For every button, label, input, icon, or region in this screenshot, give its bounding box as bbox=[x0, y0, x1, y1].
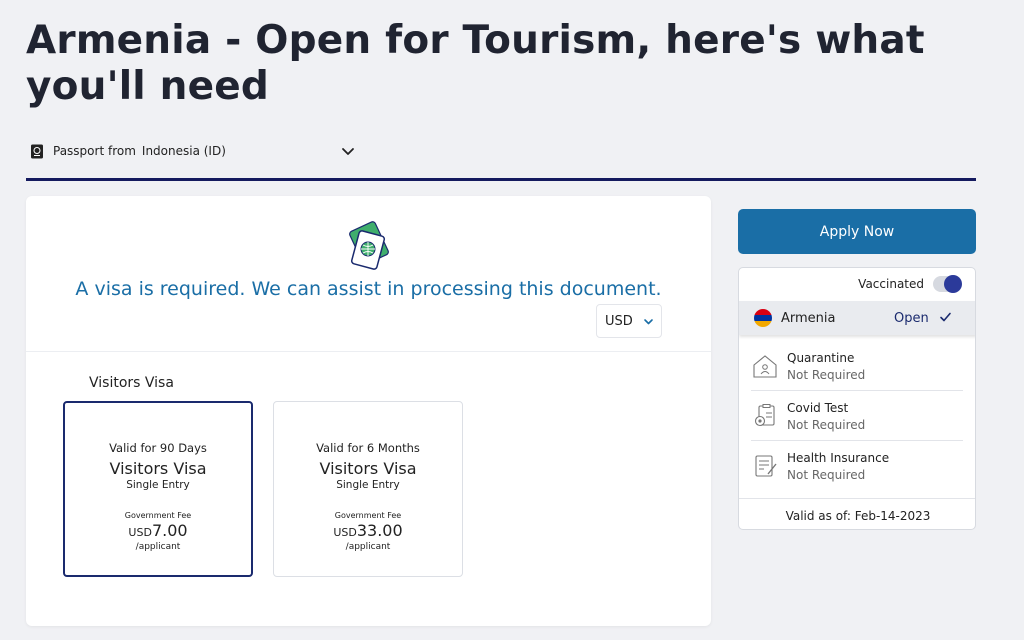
requirement-divider bbox=[751, 440, 963, 441]
requirement-label: Quarantine bbox=[787, 350, 855, 365]
visa-entry: Single Entry bbox=[126, 479, 190, 491]
chevron-down-icon[interactable] bbox=[340, 143, 356, 159]
requirement-label: Health Insurance bbox=[787, 450, 890, 465]
visa-option-6-months[interactable]: Valid for 6 Months Visitors Visa Single … bbox=[273, 401, 463, 577]
fee-price: USD7.00 bbox=[65, 521, 251, 540]
page-title: Armenia - Open for Tourism, here's what … bbox=[26, 18, 925, 109]
requirement-covid-test: Covid Test Not Required bbox=[751, 392, 963, 440]
fee-per: /applicant bbox=[135, 542, 181, 552]
currency-select[interactable]: USD bbox=[596, 304, 662, 338]
requirement-health-insurance: Health Insurance Not Required bbox=[751, 442, 963, 490]
fee-per: /applicant bbox=[345, 542, 391, 552]
toggle-knob bbox=[944, 275, 962, 293]
passport-visa-icon bbox=[349, 221, 389, 270]
requirement-value: Not Required bbox=[787, 417, 866, 432]
fee-price: USD33.00 bbox=[274, 521, 462, 540]
visa-name: Visitors Visa bbox=[319, 459, 417, 478]
requirement-value: Not Required bbox=[787, 467, 866, 482]
card-divider bbox=[26, 351, 711, 352]
chevron-down-icon bbox=[643, 318, 653, 324]
fee-label: Government Fee bbox=[334, 511, 402, 520]
check-icon bbox=[940, 312, 951, 322]
destination-status: Open bbox=[894, 310, 929, 326]
requirement-label: Covid Test bbox=[787, 400, 849, 415]
visa-entry: Single Entry bbox=[336, 479, 400, 491]
quarantine-house-icon bbox=[753, 355, 777, 378]
passport-label: Passport from bbox=[53, 144, 136, 158]
fee-amount: 7.00 bbox=[151, 521, 188, 540]
fee-amount: 33.00 bbox=[356, 521, 403, 540]
health-insurance-icon bbox=[755, 455, 777, 477]
requirement-divider bbox=[751, 390, 963, 391]
passport-value: Indonesia (ID) bbox=[141, 144, 226, 158]
visa-option-90-days[interactable]: Valid for 90 Days Visitors Visa Single E… bbox=[63, 401, 253, 577]
visa-section-label: Visitors Visa bbox=[89, 375, 174, 391]
currency-value: USD bbox=[605, 313, 633, 329]
visa-validity: Valid for 6 Months bbox=[316, 441, 420, 455]
requirement-value: Not Required bbox=[787, 367, 866, 382]
vaccinated-toggle[interactable] bbox=[933, 275, 962, 293]
passport-selector[interactable]: Passport from Indonesia (ID) bbox=[30, 138, 360, 164]
fee-currency: USD bbox=[128, 526, 152, 539]
apply-now-button[interactable]: Apply Now bbox=[738, 209, 976, 254]
header-divider bbox=[26, 178, 976, 181]
armenia-flag-icon bbox=[754, 309, 772, 327]
visa-card: A visa is required. We can assist in pro… bbox=[26, 196, 711, 626]
visa-name: Visitors Visa bbox=[109, 459, 207, 478]
valid-as-of: Valid as of: Feb-14-2023 bbox=[739, 498, 975, 523]
destination-name: Armenia bbox=[781, 310, 836, 326]
destination-row: Armenia Open bbox=[739, 301, 975, 335]
visa-required-message: A visa is required. We can assist in pro… bbox=[75, 278, 662, 300]
visa-validity: Valid for 90 Days bbox=[109, 441, 207, 455]
vaccinated-label: Vaccinated bbox=[858, 277, 924, 291]
vaccinated-toggle-row: Vaccinated bbox=[858, 275, 962, 293]
covid-test-icon bbox=[754, 404, 775, 427]
fee-label: Government Fee bbox=[124, 511, 192, 520]
passport-icon bbox=[31, 144, 43, 158]
travel-requirements-panel: Vaccinated Armenia Open Quarantine Not R… bbox=[738, 267, 976, 530]
fee-currency: USD bbox=[333, 526, 357, 539]
requirement-quarantine: Quarantine Not Required bbox=[751, 342, 963, 390]
